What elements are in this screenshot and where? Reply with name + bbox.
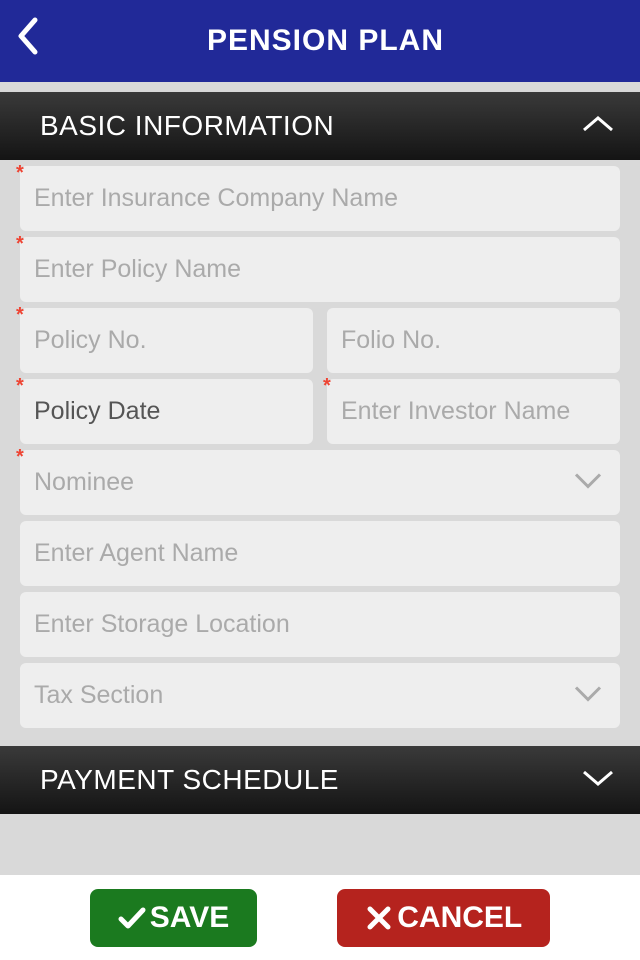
- save-button-label: SAVE: [150, 901, 229, 935]
- section-title: PAYMENT SCHEDULE: [40, 764, 339, 796]
- cancel-button-label: CANCEL: [397, 901, 522, 935]
- save-button[interactable]: SAVE: [90, 889, 257, 947]
- chevron-down-icon: [580, 768, 616, 793]
- chevron-up-icon: [580, 114, 616, 139]
- field-policy-name: *: [20, 237, 620, 302]
- company-name-input[interactable]: [20, 166, 620, 231]
- agent-name-input[interactable]: [20, 521, 620, 586]
- form-basic-information: * * * * * *: [0, 166, 640, 728]
- field-tax-section: [20, 663, 620, 728]
- required-asterisk: *: [16, 162, 24, 185]
- field-agent-name: [20, 521, 620, 586]
- header: PENSION PLAN: [0, 0, 640, 82]
- field-nominee: *: [20, 450, 620, 515]
- cancel-button[interactable]: CANCEL: [337, 889, 550, 947]
- check-icon: [118, 905, 146, 931]
- field-policy-no: *: [20, 308, 313, 373]
- required-asterisk: *: [323, 375, 331, 398]
- field-company: *: [20, 166, 620, 231]
- required-asterisk: *: [16, 304, 24, 327]
- field-investor-name: *: [327, 379, 620, 444]
- nominee-select[interactable]: [20, 450, 620, 515]
- required-asterisk: *: [16, 446, 24, 469]
- required-asterisk: *: [16, 233, 24, 256]
- field-storage-location: [20, 592, 620, 657]
- section-basic-information-header[interactable]: BASIC INFORMATION: [0, 92, 640, 160]
- tax-section-select[interactable]: [20, 663, 620, 728]
- field-folio-no: [327, 308, 620, 373]
- policy-name-input[interactable]: [20, 237, 620, 302]
- back-button[interactable]: [15, 16, 39, 66]
- section-title: BASIC INFORMATION: [40, 110, 334, 142]
- close-icon: [365, 905, 393, 931]
- folio-no-input[interactable]: [327, 308, 620, 373]
- investor-name-input[interactable]: [327, 379, 620, 444]
- field-policy-date: *: [20, 379, 313, 444]
- section-payment-schedule-header[interactable]: PAYMENT SCHEDULE: [0, 746, 640, 814]
- policy-no-input[interactable]: [20, 308, 313, 373]
- storage-location-input[interactable]: [20, 592, 620, 657]
- page-title: PENSION PLAN: [54, 24, 597, 58]
- required-asterisk: *: [16, 375, 24, 398]
- footer: SAVE CANCEL: [0, 875, 640, 960]
- policy-date-input[interactable]: [20, 379, 313, 444]
